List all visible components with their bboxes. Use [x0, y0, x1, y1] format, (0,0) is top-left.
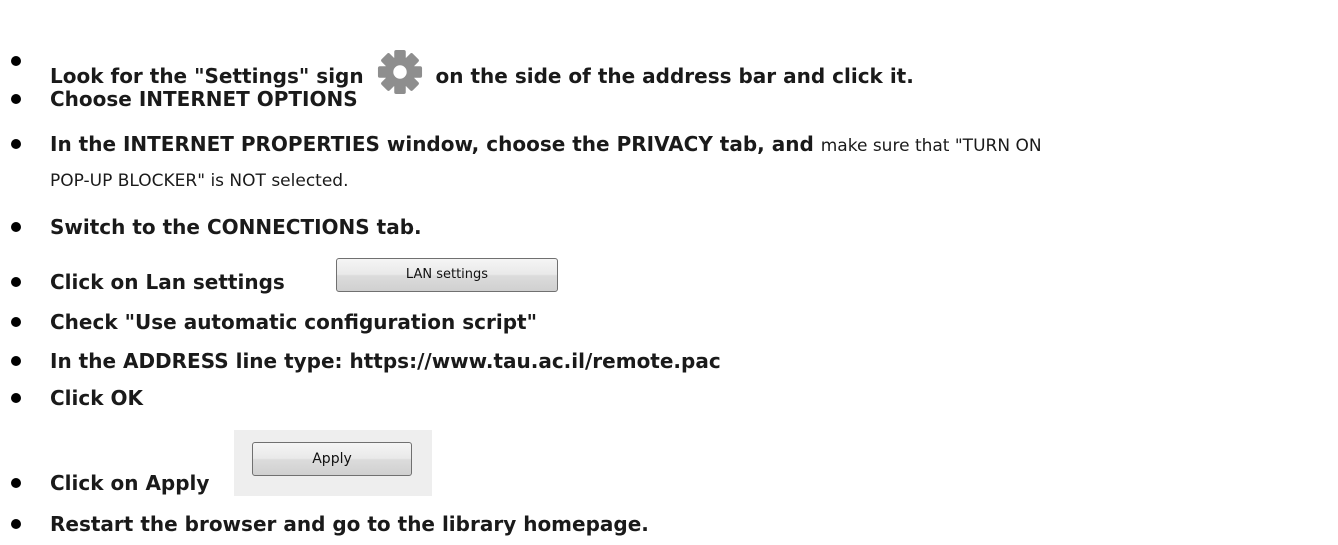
bullet — [11, 277, 21, 287]
bullet — [11, 317, 21, 327]
step-text: Restart the browser and go to the librar… — [50, 512, 649, 536]
step-text: Click on Lan settings — [50, 270, 285, 294]
step-text-line2: POP-UP BLOCKER" is NOT selected. — [50, 171, 349, 191]
bullet — [11, 94, 21, 104]
step-text-normal: make sure that "TURN ON — [820, 136, 1042, 156]
bullet — [11, 519, 21, 529]
step-text: Click on Apply — [50, 471, 210, 495]
step-text-bold: In the INTERNET PROPERTIES window, choos… — [50, 132, 814, 156]
step-text: In the ADDRESS line type: https://www.ta… — [50, 349, 721, 373]
step-text: Click OK — [50, 386, 144, 410]
lan-settings-button[interactable]: LAN settings — [336, 258, 558, 292]
step-text-post: on the side of the address bar and click… — [435, 64, 914, 88]
bullet — [11, 56, 21, 66]
step-text: Switch to the CONNECTIONS tab. — [50, 215, 422, 239]
gear-icon — [377, 49, 422, 95]
bullet — [11, 393, 21, 403]
step-text: Check "Use automatic configuration scrip… — [50, 310, 538, 334]
apply-button[interactable]: Apply — [252, 442, 412, 476]
step-text: Choose INTERNET OPTIONS — [50, 87, 358, 111]
bullet — [11, 139, 21, 149]
step-text-pre: Look for the "Settings" sign — [50, 64, 364, 88]
apply-button-frame: Apply — [234, 430, 432, 496]
bullet — [11, 222, 21, 232]
bullet — [11, 356, 21, 366]
bullet — [11, 478, 21, 488]
